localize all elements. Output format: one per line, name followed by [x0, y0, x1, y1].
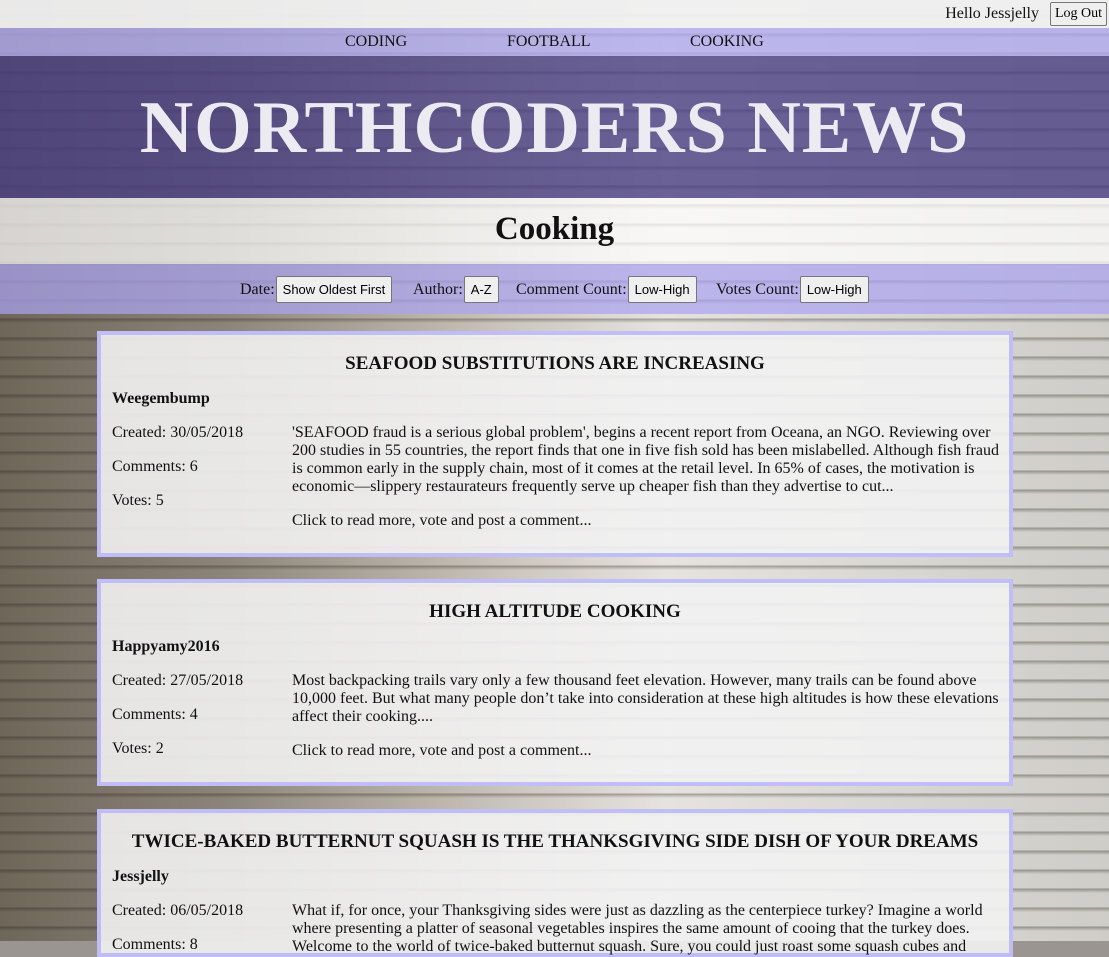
sort-author-button[interactable]: A-Z — [463, 276, 499, 303]
topic-nav: CODING FOOTBALL COOKING — [0, 28, 1109, 56]
nav-item-football[interactable]: FOOTBALL — [507, 33, 591, 51]
article-excerpt: Most backpacking trails vary only a few … — [292, 672, 999, 725]
article-created: Created: 06/05/2018 — [112, 902, 244, 919]
nav-item-coding[interactable]: CODING — [345, 33, 407, 51]
article-comments: Comments: 8 — [112, 936, 198, 953]
sort-votes-button[interactable]: Low-High — [799, 276, 869, 303]
article-title[interactable]: SEAFOOD SUBSTITUTIONS ARE INCREASING — [101, 353, 1009, 375]
sort-comments: Comment Count: Low-High — [516, 276, 697, 303]
article-comments: Comments: 4 — [112, 706, 198, 723]
logout-button[interactable]: Log Out — [1049, 2, 1107, 26]
site-title[interactable]: NORTHCODERS NEWS — [0, 86, 1109, 171]
article-votes: Votes: 5 — [112, 492, 164, 509]
article-card[interactable]: TWICE-BAKED BUTTERNUT SQUASH IS THE THAN… — [97, 809, 1013, 957]
section-header: Cooking — [0, 198, 1109, 264]
sort-author-label: Author: — [413, 280, 463, 298]
article-card[interactable]: HIGH ALTITUDE COOKING Happyamy2016 Creat… — [97, 579, 1013, 786]
article-created: Created: 30/05/2018 — [112, 424, 244, 441]
article-title[interactable]: HIGH ALTITUDE COOKING — [101, 601, 1009, 623]
sort-date-label: Date: — [240, 280, 275, 298]
greeting-text: Hello Jessjelly — [945, 5, 1039, 22]
sort-controls: Date: Show Oldest First Author: A-Z Comm… — [0, 264, 1109, 314]
nav-item-cooking[interactable]: COOKING — [690, 33, 764, 51]
article-created: Created: 27/05/2018 — [112, 672, 244, 689]
article-author: Jessjelly — [112, 868, 169, 885]
sort-votes-label: Votes Count: — [716, 280, 799, 298]
article-excerpt: What if, for once, your Thanksgiving sid… — [292, 902, 983, 955]
sort-author: Author: A-Z — [413, 276, 499, 303]
article-author: Happyamy2016 — [112, 638, 220, 655]
sort-date-button[interactable]: Show Oldest First — [275, 276, 393, 303]
read-more-link[interactable]: Click to read more, vote and post a comm… — [292, 742, 591, 760]
page-title: Cooking — [494, 211, 615, 247]
article-comments: Comments: 6 — [112, 458, 198, 475]
article-card[interactable]: SEAFOOD SUBSTITUTIONS ARE INCREASING Wee… — [97, 331, 1013, 557]
read-more-link[interactable]: Click to read more, vote and post a comm… — [292, 512, 591, 530]
sort-comments-button[interactable]: Low-High — [627, 276, 697, 303]
user-bar: Hello Jessjelly Log Out — [0, 0, 1109, 28]
article-title[interactable]: TWICE-BAKED BUTTERNUT SQUASH IS THE THAN… — [101, 831, 1009, 853]
sort-date: Date: Show Oldest First — [240, 276, 393, 303]
sort-comments-label: Comment Count: — [516, 280, 627, 298]
article-votes: Votes: 2 — [112, 740, 164, 757]
masthead: NORTHCODERS NEWS — [0, 56, 1109, 198]
sort-votes: Votes Count: Low-High — [716, 276, 869, 303]
article-excerpt: 'SEAFOOD fraud is a serious global probl… — [292, 424, 999, 495]
article-author: Weegembump — [112, 390, 210, 407]
